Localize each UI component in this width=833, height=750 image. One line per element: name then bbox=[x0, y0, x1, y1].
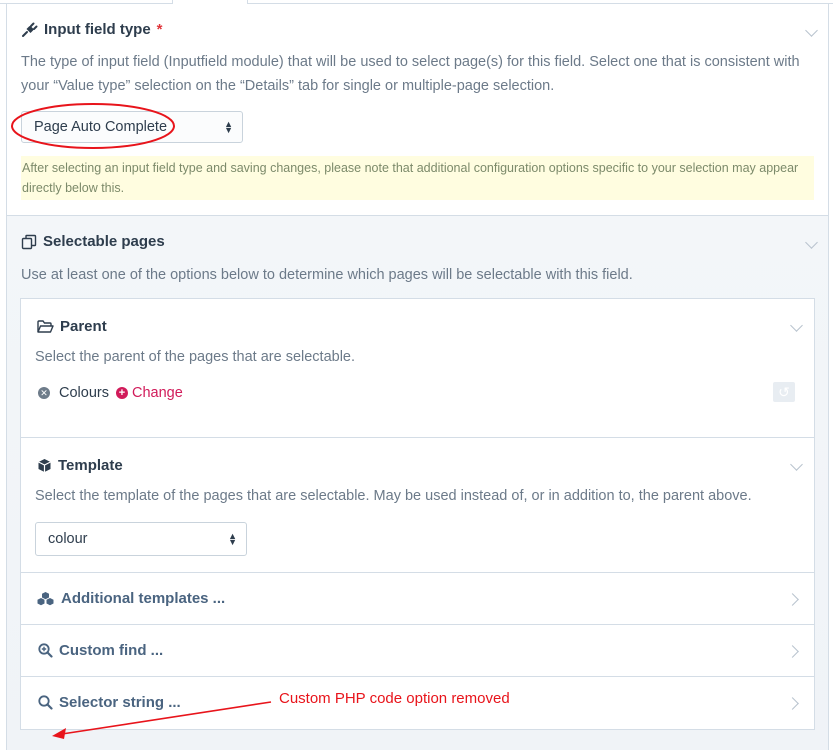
parent-description: Select the parent of the pages that are … bbox=[35, 349, 356, 365]
copy-icon bbox=[21, 234, 37, 250]
field-settings-panel: Input field type * The type of input fie… bbox=[6, 4, 829, 750]
selector-string-label: Selector string ... bbox=[59, 694, 181, 711]
input-field-type-select[interactable]: Page Auto Complete ▲ ▼ bbox=[21, 111, 243, 143]
additional-templates-panel[interactable]: Additional templates ... bbox=[20, 572, 815, 625]
parent-header[interactable]: Parent bbox=[37, 318, 107, 335]
template-header[interactable]: Template bbox=[37, 457, 123, 474]
template-select[interactable]: colour ▲ ▼ bbox=[35, 522, 247, 556]
search-plus-icon bbox=[38, 643, 53, 658]
custom-find-header[interactable]: Custom find ... bbox=[38, 642, 163, 659]
select-value: Page Auto Complete bbox=[34, 119, 168, 135]
additional-templates-header[interactable]: Additional templates ... bbox=[36, 590, 225, 607]
input-field-type-title: Input field type bbox=[44, 21, 151, 38]
select-arrows-icon: ▲ ▼ bbox=[228, 531, 237, 547]
selectable-pages-description: Use at least one of the options below to… bbox=[21, 267, 633, 283]
selectable-pages-header[interactable]: Selectable pages bbox=[21, 233, 165, 250]
selectable-pages-title: Selectable pages bbox=[43, 233, 165, 250]
input-field-type-header[interactable]: Input field type * bbox=[21, 21, 163, 38]
parent-title: Parent bbox=[60, 318, 107, 335]
required-mark: * bbox=[156, 21, 163, 38]
change-label: Change bbox=[131, 385, 183, 401]
selector-string-header[interactable]: Selector string ... bbox=[38, 694, 181, 711]
chevron-down-icon[interactable] bbox=[805, 24, 818, 37]
input-field-type-section: Input field type * The type of input fie… bbox=[7, 4, 828, 216]
chevron-down-icon[interactable] bbox=[790, 458, 803, 471]
cube-icon bbox=[37, 458, 52, 473]
folder-open-icon bbox=[37, 319, 54, 334]
select-value: colour bbox=[48, 531, 88, 547]
chevron-right-icon[interactable] bbox=[786, 697, 799, 710]
chevron-right-icon[interactable] bbox=[786, 645, 799, 658]
parent-panel: Parent Select the parent of the pages th… bbox=[20, 298, 815, 438]
annotation-caption: Custom PHP code option removed bbox=[279, 690, 510, 707]
select-arrows-icon: ▲ ▼ bbox=[224, 119, 233, 135]
chevron-down-icon[interactable] bbox=[790, 319, 803, 332]
input-field-type-description: The type of input field (Inputfield modu… bbox=[21, 54, 800, 94]
undo-icon[interactable]: ↺ bbox=[773, 382, 795, 402]
template-description: Select the template of the pages that ar… bbox=[35, 488, 752, 504]
template-title: Template bbox=[58, 457, 123, 474]
custom-find-label: Custom find ... bbox=[59, 642, 164, 659]
chevron-down-icon[interactable] bbox=[805, 236, 818, 249]
selected-page: Colours bbox=[59, 385, 109, 401]
parent-selection: ✕ Colours + Change bbox=[38, 385, 183, 401]
change-link[interactable]: + Change bbox=[115, 385, 183, 401]
selectable-pages-section: Selectable pages Use at least one of the… bbox=[7, 216, 828, 750]
chevron-right-icon[interactable] bbox=[786, 593, 799, 606]
remove-icon[interactable]: ✕ bbox=[38, 387, 50, 399]
template-panel: Template Select the template of the page… bbox=[20, 437, 815, 573]
search-icon bbox=[38, 695, 53, 710]
cubes-icon bbox=[36, 591, 55, 606]
plug-icon bbox=[21, 22, 38, 38]
additional-templates-label: Additional templates ... bbox=[61, 590, 226, 607]
config-note: After selecting an input field type and … bbox=[21, 156, 814, 200]
plus-circle-icon: + bbox=[115, 387, 128, 399]
custom-find-panel[interactable]: Custom find ... bbox=[20, 624, 815, 677]
